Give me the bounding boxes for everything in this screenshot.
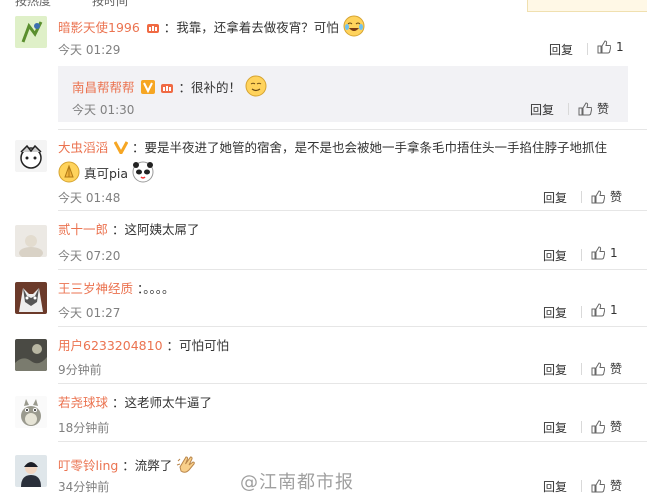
like-button[interactable]: 1	[597, 40, 624, 54]
comment-time: 9分钟前	[58, 363, 102, 377]
avatar[interactable]	[15, 282, 47, 314]
thumbs-up-icon	[591, 419, 606, 434]
reply-button[interactable]: 回复	[530, 101, 554, 118]
thumbs-up-icon	[591, 303, 606, 317]
action-separator	[581, 421, 582, 433]
divider	[58, 326, 647, 327]
action-separator	[581, 306, 582, 318]
thumbs-up-icon	[591, 246, 606, 260]
like-button[interactable]: 赞	[591, 477, 622, 494]
reply-button[interactable]: 回复	[543, 247, 567, 264]
thumbs-up-icon	[578, 101, 593, 116]
like-button[interactable]: 1	[591, 246, 618, 260]
sort-time-tab[interactable]: 按时间	[92, 0, 128, 9]
like-button[interactable]: 赞	[591, 418, 622, 435]
avatar[interactable]	[15, 225, 47, 257]
sort-hot-tab[interactable]: 按热度	[15, 0, 51, 9]
verified-v-icon	[113, 140, 129, 159]
thumbs-up-icon	[591, 361, 606, 376]
panda-emoji-icon	[132, 161, 154, 188]
verified-v-icon	[140, 80, 155, 99]
action-separator	[581, 249, 582, 261]
divider	[58, 129, 647, 130]
avatar[interactable]	[15, 396, 47, 428]
like-count: 1	[616, 40, 624, 54]
notice-panel-edge	[527, 0, 647, 12]
member-badge-icon	[146, 21, 160, 39]
comment-text: ：流弊了	[122, 458, 173, 473]
like-label: 赞	[610, 420, 623, 434]
comment-username[interactable]: 大虫滔滔	[58, 140, 108, 155]
comment-text: ：这老师太牛逼了	[112, 395, 213, 410]
like-button[interactable]: 赞	[578, 100, 609, 117]
comment-username[interactable]: 王三岁神经质	[58, 281, 133, 296]
avatar[interactable]	[15, 140, 47, 172]
smile-emoji-icon	[245, 75, 267, 102]
reply-button[interactable]: 回复	[543, 478, 567, 495]
divider	[58, 269, 647, 270]
action-separator	[587, 43, 588, 55]
divider	[58, 383, 647, 384]
comment-text: ：这阿姨太屌了	[112, 222, 200, 237]
thumbs-up-icon	[591, 189, 606, 204]
comment-time: 今天 01:48	[58, 191, 121, 205]
pray-emoji-icon	[58, 161, 80, 188]
reply-button[interactable]: 回复	[543, 419, 567, 436]
comment-text: ：可怕可怕	[166, 338, 230, 353]
comment-username[interactable]: 暗影天使1996	[58, 20, 140, 35]
comment-text: ：我靠，还拿着去做夜宵？可怕	[163, 20, 339, 35]
like-label: 赞	[610, 362, 623, 376]
like-label: 赞	[597, 102, 610, 116]
thumbs-up-icon	[597, 40, 612, 54]
crying-laugh-emoji-icon	[343, 15, 365, 42]
comment-time: 18分钟前	[58, 421, 110, 435]
action-separator	[568, 103, 569, 115]
member-badge-icon	[160, 81, 174, 99]
watermark: @江南都市报	[240, 472, 354, 493]
action-separator	[581, 363, 582, 375]
comment-time: 34分钟前	[58, 480, 110, 494]
action-separator	[581, 480, 582, 492]
avatar[interactable]	[15, 16, 47, 48]
comment-text: ：。。。。	[137, 281, 175, 296]
reply-text: ：很补的！	[178, 80, 241, 95]
like-count: 1	[610, 303, 618, 317]
comment-username[interactable]: 若尧球球	[58, 395, 108, 410]
reply-button[interactable]: 回复	[543, 189, 567, 206]
divider	[58, 441, 647, 442]
comment-time: 今天 01:27	[58, 306, 121, 320]
like-button[interactable]: 赞	[591, 360, 622, 377]
divider	[58, 210, 647, 211]
comment-time: 今天 07:20	[58, 249, 121, 263]
thumbs-up-icon	[591, 478, 606, 493]
reply-button[interactable]: 回复	[549, 41, 573, 58]
reply-button[interactable]: 回复	[543, 304, 567, 321]
comment-text-continued: 真可pia	[83, 166, 129, 181]
like-button[interactable]: 1	[591, 303, 618, 317]
like-label: 赞	[610, 479, 623, 493]
clapping-hands-emoji-icon	[176, 453, 198, 480]
comment-username[interactable]: 叮零铃ling	[58, 458, 118, 473]
reply-username[interactable]: 南昌帮帮帮	[72, 80, 135, 95]
like-count: 1	[610, 246, 618, 260]
like-button[interactable]: 赞	[591, 188, 622, 205]
like-label: 赞	[610, 190, 623, 204]
comment-text: ：要是半夜进了她管的宿舍，是不是也会被她一手拿条毛巾捂住头一手掐住脖子地抓住	[131, 140, 607, 155]
action-separator	[581, 191, 582, 203]
reply-time: 今天 01:30	[72, 103, 135, 117]
comment-username[interactable]: 贰十一郎	[58, 222, 108, 237]
comment-time: 今天 01:29	[58, 43, 121, 57]
avatar[interactable]	[15, 455, 47, 487]
avatar[interactable]	[15, 339, 47, 371]
reply-button[interactable]: 回复	[543, 361, 567, 378]
comment-username[interactable]: 用户6233204810	[58, 338, 163, 353]
